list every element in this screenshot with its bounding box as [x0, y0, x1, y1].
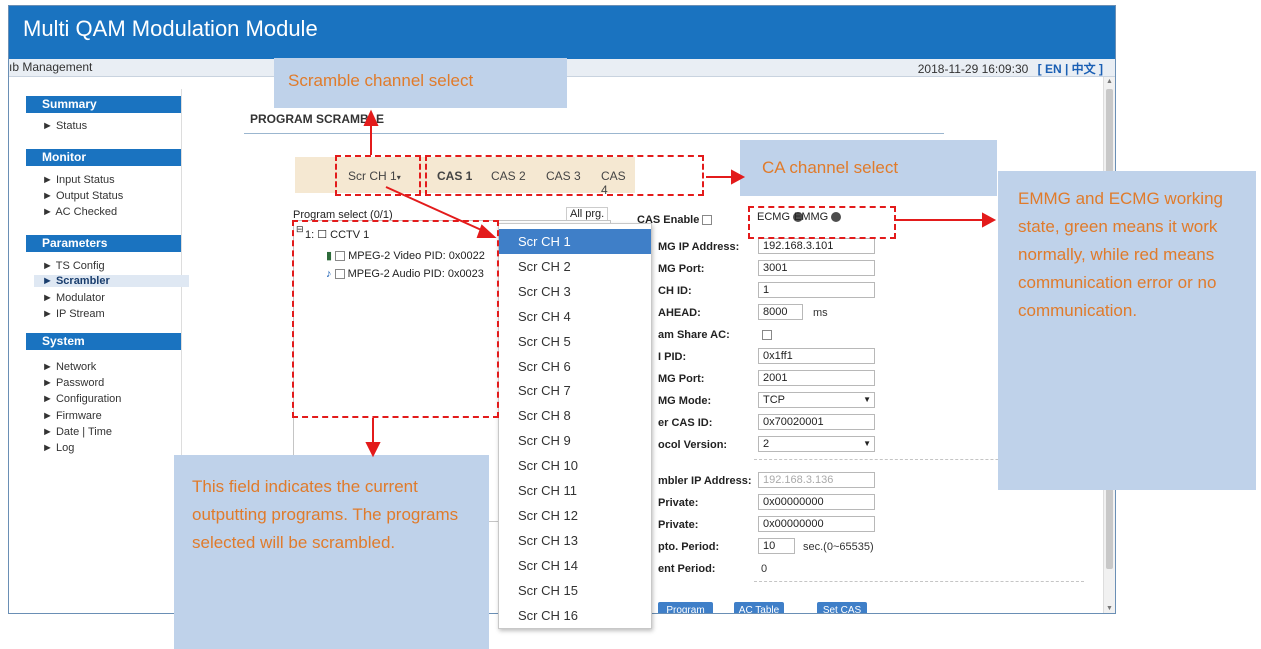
arrowhead-icon	[363, 109, 379, 126]
annotation-arrows	[363, 109, 997, 458]
arrow-line	[385, 186, 489, 234]
arrowhead-icon	[731, 169, 746, 185]
arrowhead-icon	[476, 224, 497, 238]
arrowhead-icon	[365, 442, 381, 458]
arrowhead-icon	[982, 212, 997, 228]
